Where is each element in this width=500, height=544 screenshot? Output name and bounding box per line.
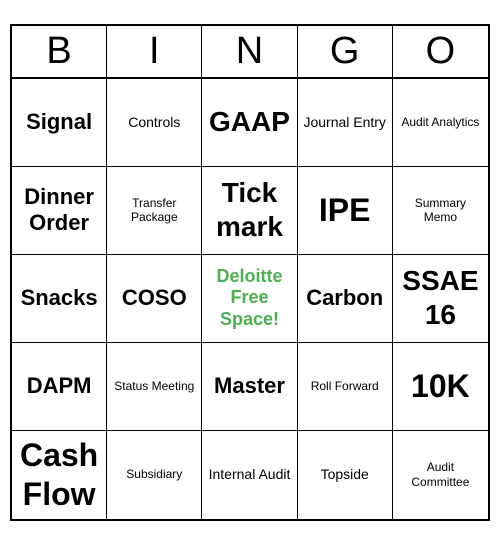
bingo-cell-13[interactable]: Carbon [298,255,393,343]
bingo-grid: Signal Controls GAAP Journal Entry Audit Ana… [12,79,488,519]
cell-text-19: 10K [411,367,470,405]
bingo-cell-0[interactable]: Signal [12,79,107,167]
cell-text-2: GAAP [209,105,290,139]
cell-text-15: DAPM [27,373,92,399]
header-b: B [12,26,107,77]
header-o: O [393,26,488,77]
header-g: G [298,26,393,77]
cell-text-5: Dinner Order [16,184,102,237]
cell-text-8: IPE [319,191,371,229]
bingo-cell-7[interactable]: Tick mark [202,167,297,255]
bingo-cell-10[interactable]: Snacks [12,255,107,343]
bingo-cell-21[interactable]: Subsidiary [107,431,202,519]
bingo-cell-20[interactable]: Cash Flow [12,431,107,519]
bingo-card: B I N G O Signal Controls GAAP Journal Entr… [10,24,490,521]
bingo-cell-19[interactable]: 10K [393,343,488,431]
bingo-cell-1[interactable]: Controls [107,79,202,167]
bingo-cell-14[interactable]: SSAE 16 [393,255,488,343]
cell-text-4: Audit Analytics [401,115,479,129]
bingo-cell-11[interactable]: COSO [107,255,202,343]
header-n: N [202,26,297,77]
bingo-cell-9[interactable]: Summary Memo [393,167,488,255]
bingo-header: B I N G O [12,26,488,79]
bingo-cell-18[interactable]: Roll Forward [298,343,393,431]
cell-text-14: SSAE 16 [397,264,484,331]
cell-text-3: Journal Entry [303,114,385,131]
cell-text-17: Master [214,373,285,399]
cell-text-18: Roll Forward [311,379,379,393]
cell-text-7: Tick mark [206,176,292,243]
bingo-cell-8[interactable]: IPE [298,167,393,255]
bingo-cell-2[interactable]: GAAP [202,79,297,167]
cell-text-10: Snacks [21,285,98,311]
cell-text-0: Signal [26,109,92,135]
bingo-cell-3[interactable]: Journal Entry [298,79,393,167]
cell-text-6: Transfer Package [111,196,197,225]
bingo-cell-6[interactable]: Transfer Package [107,167,202,255]
cell-text-21: Subsidiary [126,467,182,481]
cell-text-1: Controls [128,114,180,131]
bingo-cell-16[interactable]: Status Meeting [107,343,202,431]
cell-text-13: Carbon [306,285,383,311]
header-i: I [107,26,202,77]
cell-text-20: Cash Flow [16,436,102,513]
cell-text-12: Deloitte Free Space! [206,266,292,331]
bingo-cell-23[interactable]: Topside [298,431,393,519]
cell-text-22: Internal Audit [209,466,291,483]
cell-text-16: Status Meeting [114,379,194,393]
bingo-cell-24[interactable]: Audit Committee [393,431,488,519]
bingo-cell-17[interactable]: Master [202,343,297,431]
bingo-cell-5[interactable]: Dinner Order [12,167,107,255]
cell-text-11: COSO [122,285,187,311]
bingo-cell-12[interactable]: Deloitte Free Space! [202,255,297,343]
bingo-cell-22[interactable]: Internal Audit [202,431,297,519]
bingo-cell-4[interactable]: Audit Analytics [393,79,488,167]
cell-text-24: Audit Committee [397,460,484,489]
cell-text-23: Topside [321,466,369,483]
cell-text-9: Summary Memo [397,196,484,225]
bingo-cell-15[interactable]: DAPM [12,343,107,431]
